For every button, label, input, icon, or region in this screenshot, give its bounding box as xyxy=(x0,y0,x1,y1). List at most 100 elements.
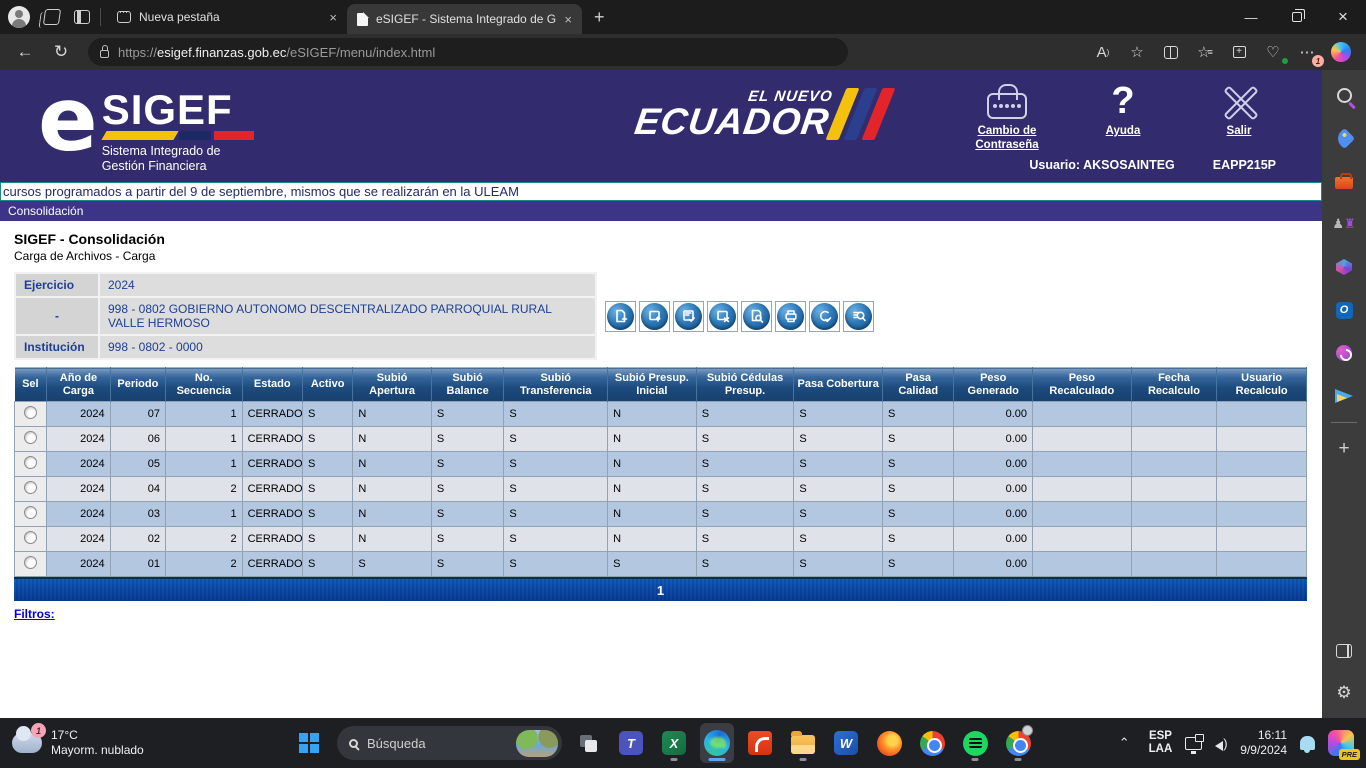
copilot-icon[interactable] xyxy=(1326,38,1356,66)
new-tab-button[interactable]: + xyxy=(594,7,605,28)
tray-chevron-icon[interactable]: ⌃ xyxy=(1119,735,1130,751)
sidebar-microsoft365-icon[interactable] xyxy=(1333,256,1355,278)
firefox-app-icon[interactable] xyxy=(872,723,906,763)
table-cell xyxy=(1131,527,1217,552)
validate-file-button[interactable] xyxy=(673,301,704,332)
sidebar-outlook-icon[interactable]: O xyxy=(1333,299,1355,321)
refresh-button[interactable]: ↻ xyxy=(46,38,76,66)
table-cell: 04 xyxy=(110,477,165,502)
approve-quality-button[interactable] xyxy=(809,301,840,332)
browser-essentials-icon[interactable]: ♡ xyxy=(1258,38,1288,66)
table-cell: S xyxy=(882,477,953,502)
tab-close-icon[interactable]: × xyxy=(329,10,337,25)
column-header: Periodo xyxy=(110,368,165,402)
search-records-button[interactable] xyxy=(843,301,874,332)
search-highlight-image xyxy=(516,730,558,757)
table-cell: S xyxy=(696,477,794,502)
table-cell: 1 xyxy=(166,402,243,427)
row-select-radio[interactable] xyxy=(24,531,37,544)
row-select-radio[interactable] xyxy=(24,506,37,519)
chrome-app-icon[interactable] xyxy=(915,723,949,763)
profile-avatar-icon[interactable] xyxy=(8,6,30,28)
chrome-alt-app-icon[interactable] xyxy=(1001,723,1035,763)
table-cell: S xyxy=(431,552,504,577)
workspaces-icon[interactable] xyxy=(43,9,61,25)
tab-esigef[interactable]: eSIGEF - Sistema Integrado de G × xyxy=(347,4,582,34)
read-aloud-icon[interactable]: A) xyxy=(1088,38,1118,66)
new-record-button[interactable] xyxy=(605,301,636,332)
change-password-button[interactable]: Cambio de Contraseña xyxy=(964,80,1050,152)
table-cell: N xyxy=(353,477,432,502)
copilot-taskbar-icon[interactable]: PRE xyxy=(1328,730,1354,756)
filters-link[interactable]: Filtros: xyxy=(14,607,55,621)
logout-button[interactable]: Salir xyxy=(1196,80,1282,152)
sidebar-designer-icon[interactable] xyxy=(1333,342,1355,364)
table-cell: S xyxy=(882,552,953,577)
sidebar-add-icon[interactable]: + xyxy=(1333,438,1355,460)
table-cell: CERRADO xyxy=(242,477,302,502)
window-controls: — × xyxy=(1228,0,1366,34)
minimize-button[interactable]: — xyxy=(1228,0,1274,34)
lock-icon xyxy=(100,50,109,58)
sidebar-settings-icon[interactable]: ⚙ xyxy=(1333,682,1355,704)
weather-widget[interactable]: 1 17°C Mayorm. nublado xyxy=(0,728,290,758)
sidebar-toggle-icon[interactable] xyxy=(1333,640,1355,662)
edge-app-icon[interactable] xyxy=(700,723,734,763)
split-screen-icon[interactable] xyxy=(1156,38,1186,66)
clock[interactable]: 16:11 9/9/2024 xyxy=(1240,728,1287,758)
table-cell: N xyxy=(608,427,697,452)
sidebar-shopping-icon[interactable] xyxy=(1333,127,1355,149)
row-select-radio[interactable] xyxy=(24,556,37,569)
collections-icon[interactable] xyxy=(1224,38,1254,66)
teams-app-icon[interactable]: T xyxy=(614,723,648,763)
print-button[interactable] xyxy=(775,301,806,332)
favorites-hub-icon[interactable]: ☆≡ xyxy=(1190,38,1220,66)
view-file-button[interactable] xyxy=(741,301,772,332)
excel-app-icon[interactable]: X xyxy=(657,723,691,763)
tab-close-icon[interactable]: × xyxy=(564,12,572,27)
notifications-bell-icon[interactable] xyxy=(1300,736,1315,750)
table-cell: S xyxy=(794,452,883,477)
row-select-radio[interactable] xyxy=(24,456,37,469)
taskview-button[interactable] xyxy=(571,723,605,763)
sidebar-tools-icon[interactable] xyxy=(1333,170,1355,192)
more-menu-icon[interactable]: ⋯1 xyxy=(1292,38,1322,66)
table-cell: N xyxy=(353,402,432,427)
favorite-star-icon[interactable]: ☆ xyxy=(1122,38,1152,66)
back-button[interactable]: ← xyxy=(10,38,40,66)
word-app-icon[interactable]: W xyxy=(829,723,863,763)
spotify-app-icon[interactable] xyxy=(958,723,992,763)
restore-button[interactable] xyxy=(1274,0,1320,34)
table-cell: 05 xyxy=(110,452,165,477)
table-cell: N xyxy=(353,427,432,452)
address-bar[interactable]: https://esigef.finanzas.gob.ec/eSIGEF/me… xyxy=(88,38,848,66)
table-cell: S xyxy=(882,527,953,552)
tab-actions-icon[interactable] xyxy=(74,10,90,24)
sidebar-games-icon[interactable]: ♟♜ xyxy=(1333,213,1355,235)
help-button[interactable]: ? Ayuda xyxy=(1080,80,1166,152)
close-button[interactable]: × xyxy=(1320,0,1366,34)
table-cell: 2024 xyxy=(47,527,110,552)
esigef-logo: e SIGEF Sistema Integrado de Gestión Fin… xyxy=(38,78,254,174)
parameters-table: Ejercicio 2024 - 998 - 0802 GOBIERNO AUT… xyxy=(14,272,597,360)
tab-nueva-pestana[interactable]: Nueva pestaña × xyxy=(107,3,347,31)
network-icon[interactable] xyxy=(1185,737,1202,750)
sidebar-drop-icon[interactable] xyxy=(1333,385,1355,407)
row-select-radio[interactable] xyxy=(24,406,37,419)
start-button[interactable] xyxy=(290,723,328,763)
foxit-pdf-app-icon[interactable] xyxy=(743,723,777,763)
row-select-radio[interactable] xyxy=(24,431,37,444)
sidebar-search-icon[interactable] xyxy=(1333,84,1355,106)
language-indicator[interactable]: ESPLAA xyxy=(1149,730,1173,756)
row-select-cell xyxy=(15,552,47,577)
table-cell: S xyxy=(882,452,953,477)
row-select-radio[interactable] xyxy=(24,481,37,494)
volume-icon[interactable] xyxy=(1215,739,1223,748)
taskbar-search[interactable]: Búsqueda xyxy=(337,726,562,760)
menu-item-consolidacion[interactable]: Consolidación xyxy=(8,204,83,218)
delete-file-button[interactable] xyxy=(707,301,738,332)
upload-file-button[interactable] xyxy=(639,301,670,332)
table-body: 2024071CERRADOSNSSNSSS0.002024061CERRADO… xyxy=(15,402,1307,577)
file-explorer-app-icon[interactable] xyxy=(786,723,820,763)
page-number[interactable]: 1 xyxy=(657,583,664,598)
